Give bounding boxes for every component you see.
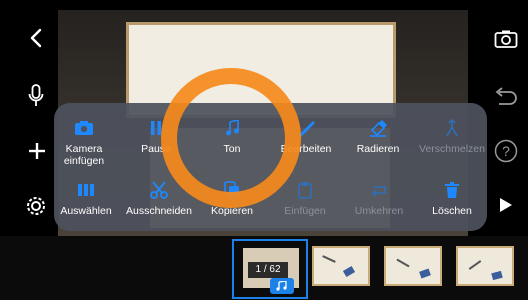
merge-icon xyxy=(446,119,458,137)
plus-icon xyxy=(29,143,45,159)
highlight-ring xyxy=(161,68,301,208)
eraser-icon xyxy=(370,120,387,137)
undo-button[interactable] xyxy=(492,82,520,110)
menu-label: Umkehren xyxy=(354,205,404,217)
camera-icon xyxy=(75,121,93,135)
chevron-left-icon xyxy=(30,28,42,48)
frame-mark xyxy=(491,270,503,281)
menu-label: Kamera einfügen xyxy=(63,143,105,167)
trash-icon xyxy=(445,182,459,198)
back-button[interactable] xyxy=(24,26,48,50)
camera-icon xyxy=(494,30,518,48)
menu-label: Einfügen xyxy=(284,205,326,217)
frame-streak xyxy=(468,260,482,270)
frame-thumbnail[interactable] xyxy=(312,246,370,286)
menu-camera-insert[interactable]: Kamera einfügen xyxy=(48,117,120,167)
frame-thumbnail[interactable] xyxy=(384,246,442,286)
frame-counter: 1 / 62 xyxy=(248,262,288,278)
menu-merge[interactable]: Verschmelzen xyxy=(416,117,488,155)
gear-icon xyxy=(27,197,45,215)
undo-icon xyxy=(495,87,517,105)
menu-label: Ausschneiden xyxy=(126,205,192,217)
frame-mark xyxy=(419,268,431,279)
play-icon xyxy=(500,198,512,212)
reverse-icon xyxy=(371,186,386,197)
settings-button[interactable] xyxy=(22,192,50,220)
microphone-icon xyxy=(28,84,44,106)
menu-erase[interactable]: Radieren xyxy=(342,117,414,155)
microphone-button[interactable] xyxy=(22,82,50,110)
menu-select[interactable]: Auswählen xyxy=(50,179,122,217)
frame-badge xyxy=(270,278,294,294)
menu-label: Radieren xyxy=(356,143,400,155)
frame-mark xyxy=(342,265,356,278)
menu-label: Auswählen xyxy=(60,205,112,217)
menu-reverse[interactable]: Umkehren xyxy=(343,179,415,217)
columns-icon xyxy=(78,184,94,196)
frame-thumbnail[interactable] xyxy=(456,246,514,286)
play-button[interactable] xyxy=(494,193,518,217)
menu-label: Verschmelzen xyxy=(419,143,485,155)
frame-streak xyxy=(322,255,336,263)
add-button[interactable] xyxy=(24,138,50,164)
clipboard-icon xyxy=(298,182,312,199)
music-note-icon xyxy=(276,280,287,291)
frame-streak xyxy=(396,258,410,268)
camera-switch-button[interactable] xyxy=(492,25,520,53)
scissors-icon xyxy=(150,181,168,199)
menu-label: Löschen xyxy=(432,205,472,217)
help-button[interactable]: ? xyxy=(491,136,521,166)
help-label: ? xyxy=(502,143,510,159)
menu-delete[interactable]: Löschen xyxy=(416,179,488,217)
